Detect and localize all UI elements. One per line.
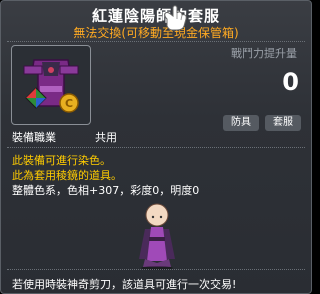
trade-note: 無法交換(可移動至現金保管箱) xyxy=(73,26,239,40)
color-info: 整體色系，色相+307，彩度0，明度0 xyxy=(12,184,200,197)
prism-note: 此為套用稜鏡的道具。 xyxy=(12,169,122,182)
footer-note: 若使用時裝神奇剪刀，該道具可進行一次交易! xyxy=(12,278,237,291)
item-icon-frame: C xyxy=(11,45,91,125)
outfit-icon: C xyxy=(23,59,79,113)
dye-note: 此裝備可進行染色。 xyxy=(12,154,111,167)
job-value: 共用 xyxy=(95,131,117,144)
hand-cursor-icon xyxy=(164,5,187,31)
divider xyxy=(7,269,305,270)
svg-text:C: C xyxy=(65,97,73,110)
tag-armor: 防具 xyxy=(223,115,259,131)
divider xyxy=(7,41,305,42)
divider xyxy=(7,147,305,148)
power-value: 0 xyxy=(282,68,299,96)
power-label: 戰鬥力提升量 xyxy=(231,47,297,60)
character-preview xyxy=(139,203,175,270)
item-name: 紅蓮陰陽師的套服 xyxy=(91,7,220,25)
job-label: 裝備職業 xyxy=(12,131,56,144)
item-tooltip: 紅蓮陰陽師的套服 無法交換(可移動至現金保管箱) C 戰鬥力提升量 0 防具 套… xyxy=(0,0,312,294)
tag-outfit: 套服 xyxy=(265,115,301,131)
